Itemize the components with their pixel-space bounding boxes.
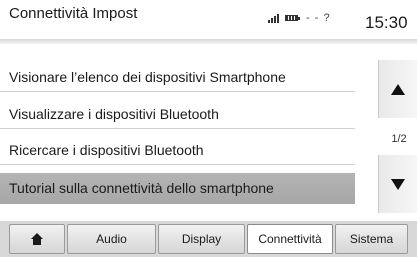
- network-icon: - - ?: [306, 12, 331, 24]
- tab-bar: Audio Display Connettività Sistema: [0, 221, 417, 257]
- menu-item-tutorial[interactable]: Tutorial sulla connettività dello smartp…: [0, 173, 355, 204]
- tab-audio[interactable]: Audio: [67, 224, 156, 254]
- battery-icon: [285, 15, 300, 21]
- scroll-up-button[interactable]: [378, 60, 417, 118]
- scroll-down-button[interactable]: [378, 155, 417, 213]
- clock: 15:30: [365, 13, 408, 32]
- page-indicator: 1/2: [391, 133, 407, 145]
- tab-connettivita[interactable]: Connettività: [247, 224, 333, 254]
- status-icons: - - ?: [268, 12, 331, 24]
- arrow-up-icon: [391, 83, 405, 95]
- signal-icon: [268, 13, 279, 23]
- header-bar: Connettività Impost - - ? 15:30: [0, 0, 417, 42]
- home-icon: [30, 232, 44, 246]
- tab-display[interactable]: Display: [158, 224, 245, 254]
- tab-home[interactable]: [9, 224, 65, 254]
- page-title: Connettività Impost: [9, 5, 138, 22]
- tab-sistema[interactable]: Sistema: [335, 224, 408, 254]
- header-divider: [0, 39, 417, 44]
- menu-item-smartphone-list[interactable]: Visionare l’elenco dei dispositivi Smart…: [0, 63, 355, 92]
- menu-item-search-bluetooth[interactable]: Ricercare i dispositivi Bluetooth: [0, 136, 355, 165]
- menu-item-show-bluetooth[interactable]: Visualizzare i dispositivi Bluetooth: [0, 100, 355, 129]
- arrow-down-icon: [391, 178, 405, 190]
